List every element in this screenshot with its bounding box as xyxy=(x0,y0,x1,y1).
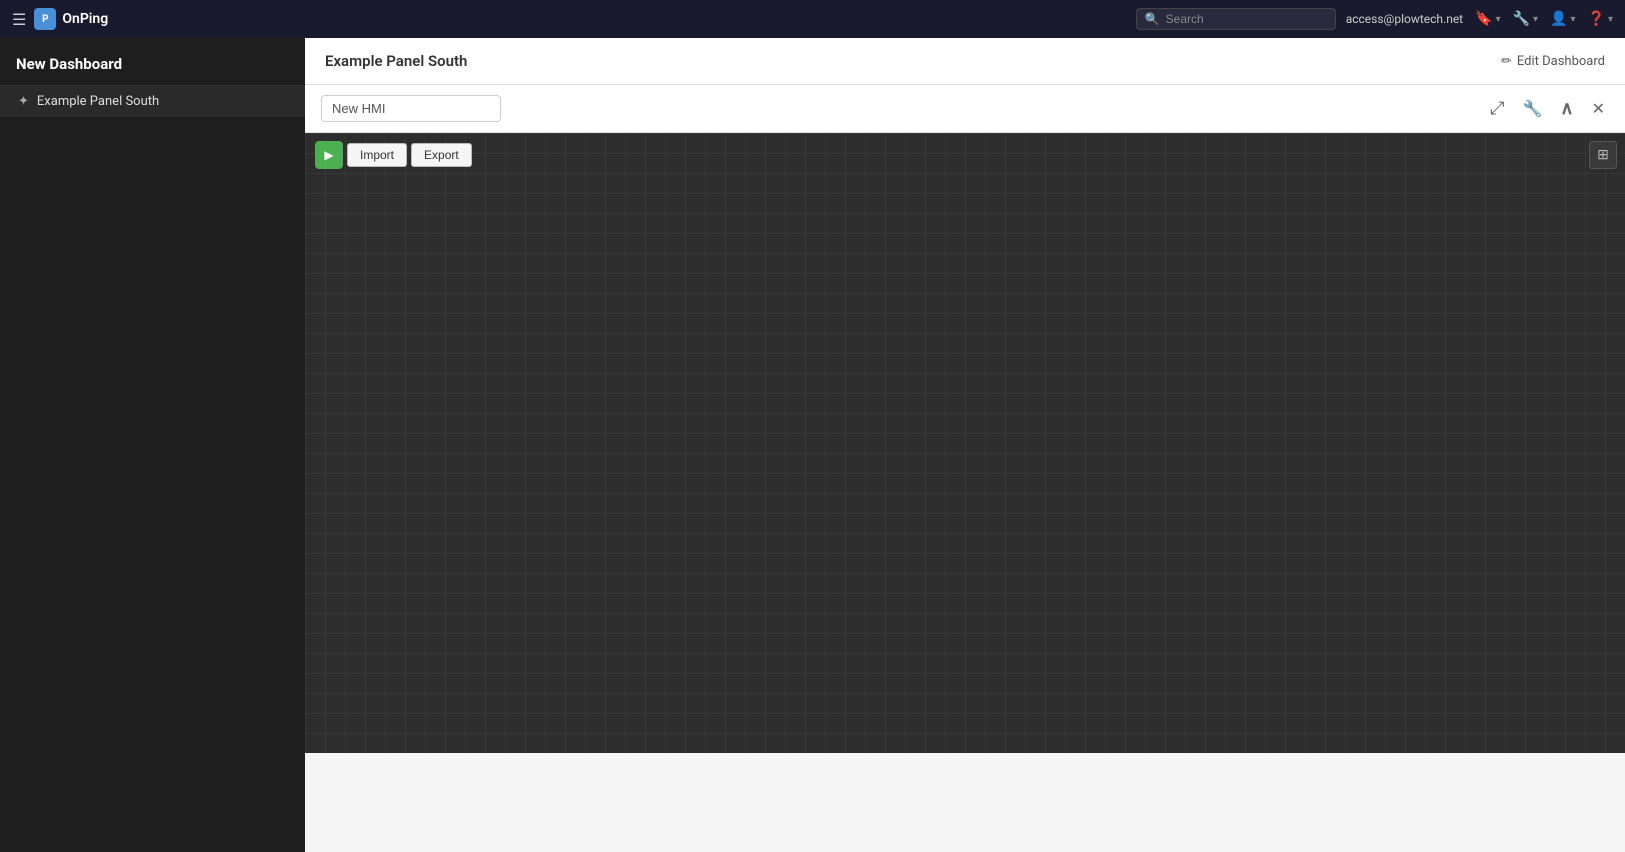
bookmark-chevron: ▾ xyxy=(1496,14,1501,25)
tools-icon: 🔧 xyxy=(1513,11,1530,27)
main-layout: New Dashboard ✦ Example Panel South Exam… xyxy=(0,38,1625,852)
hmi-title-input[interactable] xyxy=(321,95,501,122)
hmi-panel-actions: ⤢ 🔧 ∧ ✕ xyxy=(1486,96,1609,121)
sidebar-item-icon: ✦ xyxy=(18,94,29,109)
hmi-import-btn[interactable]: Import xyxy=(347,143,407,167)
sidebar-title: New Dashboard xyxy=(16,55,122,73)
hmi-toolbar: ▶ Import Export xyxy=(305,133,1625,177)
panel-title: Example Panel South xyxy=(325,52,467,70)
navbar-right: access@plowtech.net 🔖 ▾ 🔧 ▾ 👤 ▾ ❓ ▾ xyxy=(1346,11,1613,27)
bookmark-icon: 🔖 xyxy=(1475,11,1492,27)
hmi-panel-wrapper: ⤢ 🔧 ∧ ✕ ▶ Import Export ⊞ xyxy=(305,85,1625,753)
brand-logo: P OnPing xyxy=(34,8,108,30)
search-icon: 🔍 xyxy=(1145,12,1160,26)
nav-user-email: access@plowtech.net xyxy=(1346,12,1463,26)
hamburger-icon[interactable]: ☰ xyxy=(12,10,26,29)
hmi-close-btn[interactable]: ✕ xyxy=(1588,97,1609,120)
sidebar-header: New Dashboard xyxy=(0,38,305,86)
brand-name: OnPing xyxy=(62,11,108,27)
hmi-collapse-btn[interactable]: ∧ xyxy=(1556,96,1577,121)
user-btn[interactable]: 👤 ▾ xyxy=(1550,11,1575,27)
navbar-left: ☰ P OnPing xyxy=(12,8,108,30)
navbar: ☰ P OnPing 🔍 access@plowtech.net 🔖 ▾ 🔧 ▾… xyxy=(0,0,1625,38)
brand-icon: P xyxy=(34,8,56,30)
edit-dashboard-label: Edit Dashboard xyxy=(1517,54,1605,69)
tools-btn[interactable]: 🔧 ▾ xyxy=(1513,11,1538,27)
edit-icon: ✏ xyxy=(1501,54,1512,69)
edit-dashboard-btn[interactable]: ✏ Edit Dashboard xyxy=(1501,54,1605,69)
hmi-wrench-btn[interactable]: 🔧 xyxy=(1518,97,1546,120)
search-box[interactable]: 🔍 xyxy=(1136,8,1336,30)
hmi-panel-header: ⤢ 🔧 ∧ ✕ xyxy=(305,85,1625,133)
help-icon: ❓ xyxy=(1588,11,1605,27)
content-area: Example Panel South ✏ Edit Dashboard ⤢ 🔧… xyxy=(305,38,1625,852)
user-icon: 👤 xyxy=(1550,11,1567,27)
search-input[interactable] xyxy=(1166,12,1327,26)
help-chevron: ▾ xyxy=(1608,14,1613,25)
user-chevron: ▾ xyxy=(1571,14,1576,25)
hmi-expand-btn[interactable]: ⤢ xyxy=(1486,96,1508,121)
hmi-canvas: ▶ Import Export ⊞ xyxy=(305,133,1625,753)
brand-icon-text: P xyxy=(42,14,48,25)
hmi-play-btn[interactable]: ▶ xyxy=(315,141,343,169)
play-icon: ▶ xyxy=(324,148,333,162)
panel-header: Example Panel South ✏ Edit Dashboard xyxy=(305,38,1625,85)
help-btn[interactable]: ❓ ▾ xyxy=(1588,11,1613,27)
bookmark-btn[interactable]: 🔖 ▾ xyxy=(1475,11,1500,27)
sidebar-item-label: Example Panel South xyxy=(37,94,159,109)
hmi-export-btn[interactable]: Export xyxy=(411,143,472,167)
sidebar: New Dashboard ✦ Example Panel South xyxy=(0,38,305,852)
sidebar-item-example-panel-south[interactable]: ✦ Example Panel South xyxy=(0,86,305,117)
tools-chevron: ▾ xyxy=(1533,14,1538,25)
